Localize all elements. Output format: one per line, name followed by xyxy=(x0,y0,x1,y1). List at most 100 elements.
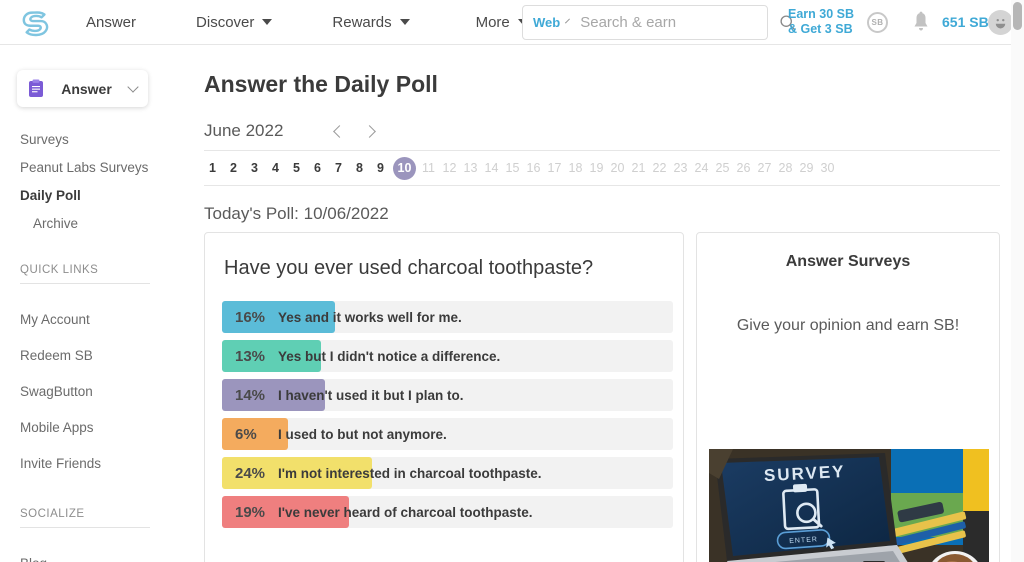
day-cell-11[interactable]: 11 xyxy=(420,157,437,179)
survey-promo-image[interactable]: SURVEY ENTER xyxy=(709,449,989,562)
nav-item-discover[interactable]: Discover xyxy=(182,14,286,31)
day-cell-23[interactable]: 23 xyxy=(672,157,689,179)
day-cell-17[interactable]: 17 xyxy=(546,157,563,179)
day-cell-12[interactable]: 12 xyxy=(441,157,458,179)
poll-option-label: I haven't used it but I plan to. xyxy=(278,387,464,403)
poll-option-label: I'm not interested in charcoal toothpast… xyxy=(278,465,542,481)
earn-promo-line2: & Get 3 SB xyxy=(788,22,853,36)
day-cell-10[interactable]: 10 xyxy=(393,156,416,180)
search-bar[interactable]: Web xyxy=(522,5,796,40)
poll-option-percent: 14% xyxy=(235,386,266,404)
day-cell-24[interactable]: 24 xyxy=(693,157,710,179)
sb-coin-icon[interactable]: SB xyxy=(867,12,888,33)
sb-balance[interactable]: 651 SB xyxy=(942,14,989,30)
page-title: Answer the Daily Poll xyxy=(204,71,438,97)
month-label: June 2022 xyxy=(204,121,284,140)
sidebar-item-archive[interactable]: Archive xyxy=(0,210,186,238)
sidebar-item-daily-poll[interactable]: Daily Poll xyxy=(0,182,186,210)
poll-option-percent: 6% xyxy=(235,425,257,443)
answer-surveys-card[interactable]: Answer Surveys Give your opinion and ear… xyxy=(696,232,1000,562)
poll-option-label: Yes but I didn't notice a difference. xyxy=(278,348,501,364)
day-cell-8[interactable]: 8 xyxy=(351,157,368,179)
day-cell-29[interactable]: 29 xyxy=(798,157,815,179)
day-cell-20[interactable]: 20 xyxy=(609,157,626,179)
day-cell-4[interactable]: 4 xyxy=(267,157,284,179)
chevron-down-icon xyxy=(399,19,410,25)
sidebar-item-swagbutton[interactable]: SwagButton xyxy=(0,374,186,410)
day-cell-21[interactable]: 21 xyxy=(630,157,647,179)
earn-sb-promo[interactable]: Earn 30 SB & Get 3 SB xyxy=(788,7,860,37)
day-cell-15[interactable]: 15 xyxy=(504,157,521,179)
poll-option-percent: 19% xyxy=(235,503,266,521)
sidebar-item-blog[interactable]: Blog xyxy=(0,546,186,562)
prev-month-button[interactable] xyxy=(324,118,354,144)
avatar[interactable] xyxy=(988,10,1013,35)
swagbucks-logo-icon xyxy=(22,11,49,37)
poll-option-row[interactable]: 13% Yes but I didn't notice a difference. xyxy=(222,340,673,372)
day-cell-26[interactable]: 26 xyxy=(735,157,752,179)
day-cell-7[interactable]: 7 xyxy=(330,157,347,179)
day-cell-22[interactable]: 22 xyxy=(651,157,668,179)
daily-poll-card: Have you ever used charcoal toothpaste? … xyxy=(204,232,684,562)
sidebar-item-redeem-sb[interactable]: Redeem SB xyxy=(0,338,186,374)
search-input[interactable] xyxy=(580,14,780,31)
poll-option-row[interactable]: 24% I'm not interested in charcoal toothp… xyxy=(222,457,673,489)
sidebar-item-surveys[interactable]: Surveys xyxy=(0,126,186,154)
day-cell-27[interactable]: 27 xyxy=(756,157,773,179)
search-scope-label[interactable]: Web xyxy=(533,15,560,30)
laptop-survey-illustration: SURVEY ENTER xyxy=(709,449,989,562)
answer-surveys-title: Answer Surveys xyxy=(785,253,911,270)
nav-label-rewards: Rewards xyxy=(332,13,392,31)
nav-item-answer[interactable]: Answer xyxy=(72,14,150,31)
day-cell-14[interactable]: 14 xyxy=(483,157,500,179)
day-cell-30[interactable]: 30 xyxy=(819,157,836,179)
poll-question: Have you ever used charcoal toothpaste? xyxy=(224,257,594,279)
poll-option-row[interactable]: 16% Yes and it works well for me. xyxy=(222,301,673,333)
chevron-down-icon xyxy=(127,80,139,93)
month-navigation: June 2022 xyxy=(204,118,1000,144)
sidebar-item-my-account[interactable]: My Account xyxy=(0,302,186,338)
notifications-bell-icon[interactable] xyxy=(911,11,931,33)
answer-surveys-subtitle: Give your opinion and earn SB! xyxy=(736,317,960,334)
nav-item-rewards[interactable]: Rewards xyxy=(318,14,423,31)
poll-option-row[interactable]: 6% I used to but not anymore. xyxy=(222,418,673,450)
sidebar-nav: Surveys Peanut Labs Surveys Daily Poll A… xyxy=(0,126,186,562)
sidebar-item-invite-friends[interactable]: Invite Friends xyxy=(0,446,186,482)
day-cell-19[interactable]: 19 xyxy=(588,157,605,179)
day-cell-3[interactable]: 3 xyxy=(246,157,263,179)
sidebar: Answer Surveys Peanut Labs Surveys Daily… xyxy=(0,46,186,562)
top-header: Answer Discover Rewards More Web Search … xyxy=(0,0,1024,45)
next-month-button[interactable] xyxy=(354,118,384,144)
chevron-down-icon xyxy=(262,19,273,25)
day-cell-16[interactable]: 16 xyxy=(525,157,542,179)
day-cell-6[interactable]: 6 xyxy=(309,157,326,179)
day-cell-9[interactable]: 9 xyxy=(372,157,389,179)
day-cell-25[interactable]: 25 xyxy=(714,157,731,179)
day-cell-13[interactable]: 13 xyxy=(462,157,479,179)
poll-option-row[interactable]: 19% I've never heard of charcoal toothpas… xyxy=(222,496,673,528)
clipboard-icon xyxy=(29,79,43,97)
chevron-down-icon[interactable] xyxy=(565,18,571,24)
day-cell-2[interactable]: 2 xyxy=(225,157,242,179)
page-scrollbar[interactable] xyxy=(1011,0,1024,562)
day-cell-28[interactable]: 28 xyxy=(777,157,794,179)
sidebar-item-peanut-labs-surveys[interactable]: Peanut Labs Surveys xyxy=(0,154,186,182)
scrollbar-thumb[interactable] xyxy=(1013,2,1022,30)
sb-coin-label: SB xyxy=(871,18,884,27)
poll-option-percent: 16% xyxy=(235,308,266,326)
logo-link[interactable] xyxy=(0,7,72,37)
day-cell-5[interactable]: 5 xyxy=(288,157,305,179)
sidebar-category-dropdown[interactable]: Answer xyxy=(17,70,148,107)
poll-option-row[interactable]: 14% I haven't used it but I plan to. xyxy=(222,379,673,411)
chevron-left-icon xyxy=(332,124,346,138)
poll-option-label: I've never heard of charcoal toothpaste. xyxy=(278,504,533,520)
poll-option-label: Yes and it works well for me. xyxy=(278,309,462,325)
sidebar-item-mobile-apps[interactable]: Mobile Apps xyxy=(0,410,186,446)
poll-options-list: 16% Yes and it works well for me. 13% Yes b… xyxy=(205,301,683,528)
day-cell-18[interactable]: 18 xyxy=(567,157,584,179)
day-cell-1[interactable]: 1 xyxy=(204,157,221,179)
sidebar-heading-quick-links: QUICK LINKS xyxy=(20,264,150,284)
